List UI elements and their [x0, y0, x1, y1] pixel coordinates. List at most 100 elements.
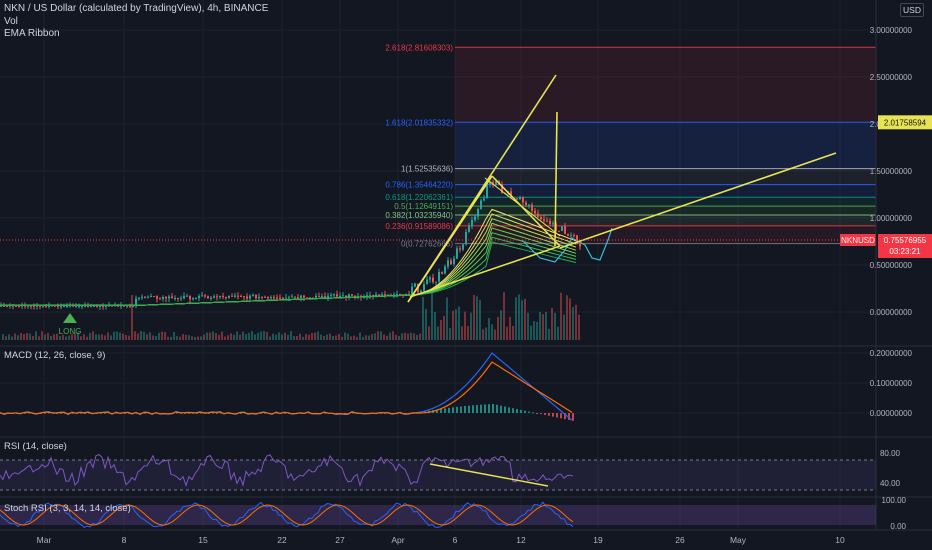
- macd-label[interactable]: MACD (12, 26, close, 9): [4, 350, 105, 361]
- macd-histogram-bar: [556, 413, 558, 418]
- volume-indicator-label[interactable]: Vol: [4, 16, 18, 27]
- candle-body: [420, 290, 422, 293]
- candle-body: [63, 306, 65, 308]
- volume-bar: [59, 336, 61, 340]
- volume-bar: [485, 327, 487, 340]
- candle-body: [261, 296, 263, 298]
- macd-histogram-bar: [512, 408, 514, 413]
- level-badge-value: 2.01758594: [884, 118, 927, 127]
- volume-bar: [23, 334, 25, 340]
- countdown-timer: 03:23:21: [889, 247, 921, 256]
- volume-bar: [14, 333, 16, 340]
- volume-bar: [536, 321, 538, 340]
- candle-body: [42, 306, 44, 308]
- volume-bar: [149, 332, 151, 340]
- volume-bar: [137, 333, 139, 340]
- candle-body: [480, 200, 482, 210]
- volume-bar: [179, 336, 181, 340]
- stoch-band: [0, 505, 876, 525]
- candle-body: [561, 226, 563, 231]
- volume-bar: [557, 326, 559, 340]
- stoch-axis-label: 100.00: [882, 496, 907, 505]
- volume-bar: [29, 333, 31, 340]
- candle-body: [270, 297, 272, 299]
- volume-bar: [5, 336, 7, 340]
- rsi-label[interactable]: RSI (14, close): [4, 441, 67, 452]
- macd-histogram-bar: [504, 406, 506, 413]
- candle-body: [423, 284, 425, 291]
- volume-bar: [545, 311, 547, 340]
- volume-bar: [419, 333, 421, 340]
- volume-bar: [425, 308, 427, 340]
- volume-bar: [326, 334, 328, 340]
- fib-level-label: 0.786(1.35464220): [385, 181, 453, 190]
- macd-histogram-bar: [548, 413, 550, 416]
- candle-body: [288, 297, 290, 299]
- volume-bar: [284, 332, 286, 340]
- candle-body: [228, 295, 230, 298]
- fib-level-label: 1.618(2.01835332): [385, 118, 453, 127]
- volume-bar: [293, 336, 295, 340]
- candle-body: [210, 297, 212, 299]
- stoch-rsi-label[interactable]: Stoch RSI (3, 3, 14, 14, close): [4, 503, 131, 514]
- volume-bar: [92, 331, 94, 340]
- candle-body: [414, 283, 416, 287]
- volume-bar: [161, 331, 163, 340]
- volume-bar: [407, 333, 409, 340]
- volume-bar: [416, 334, 418, 340]
- chart-canvas[interactable]: 2.618(2.81608303) 1.618(2.01835332) 1(1.52…: [0, 0, 932, 550]
- volume-bar: [227, 335, 229, 340]
- candle-body: [213, 296, 215, 298]
- fib-level-label: 0.382(1.03235940): [385, 211, 453, 220]
- ema-ribbon-indicator-label[interactable]: EMA Ribbon: [4, 28, 60, 39]
- macd-histogram-bar: [516, 409, 518, 413]
- volume-bar: [251, 331, 253, 340]
- candle-body: [87, 305, 89, 307]
- fib-level-label: 0.236(0.91589086): [385, 222, 453, 231]
- macd-signal-line: [0, 361, 573, 415]
- volume-bar: [119, 332, 121, 340]
- candle-body: [378, 294, 380, 296]
- candle-body: [381, 294, 383, 296]
- long-signal-arrow: [63, 313, 77, 323]
- time-axis-label: May: [730, 535, 747, 545]
- volume-bar: [320, 334, 322, 340]
- macd-histogram-bar: [484, 404, 486, 413]
- currency-button[interactable]: USD: [900, 3, 924, 17]
- candle-body: [465, 231, 467, 245]
- macd-histogram-bar: [508, 407, 510, 413]
- volume-bar: [305, 333, 307, 340]
- volume-bar: [521, 300, 523, 340]
- time-axis-label: Mar: [37, 535, 52, 545]
- macd-histogram-bar: [532, 412, 534, 414]
- candle-body: [567, 233, 569, 236]
- volume-bar: [506, 326, 508, 340]
- time-axis-label: 10: [835, 535, 845, 545]
- volume-bar: [317, 331, 319, 340]
- candle-body: [429, 277, 431, 280]
- volume-bar: [539, 311, 541, 340]
- candle-body: [186, 295, 188, 297]
- volume-bar: [215, 333, 217, 340]
- volume-bar: [353, 335, 355, 340]
- macd-histogram-bar: [552, 413, 554, 417]
- fib-level-label: 2.618(2.81608303): [385, 43, 453, 52]
- time-axis-label: 15: [198, 535, 208, 545]
- macd-axis-label: 0.10000000: [870, 379, 913, 388]
- candle-body: [549, 220, 551, 225]
- volume-bar: [35, 331, 37, 340]
- fib-zone: [455, 47, 876, 123]
- volume-bar: [470, 312, 472, 340]
- candle-body: [132, 306, 134, 308]
- macd-line: [0, 352, 573, 421]
- volume-bar: [116, 331, 118, 340]
- candle-body: [435, 281, 437, 283]
- candle-body: [198, 296, 200, 299]
- volume-bar: [404, 332, 406, 340]
- candle-body: [207, 296, 209, 299]
- volume-bar: [239, 334, 241, 340]
- candle-body: [315, 295, 317, 298]
- candle-body: [519, 197, 521, 200]
- candle-body: [369, 295, 371, 297]
- volume-bar: [128, 335, 130, 340]
